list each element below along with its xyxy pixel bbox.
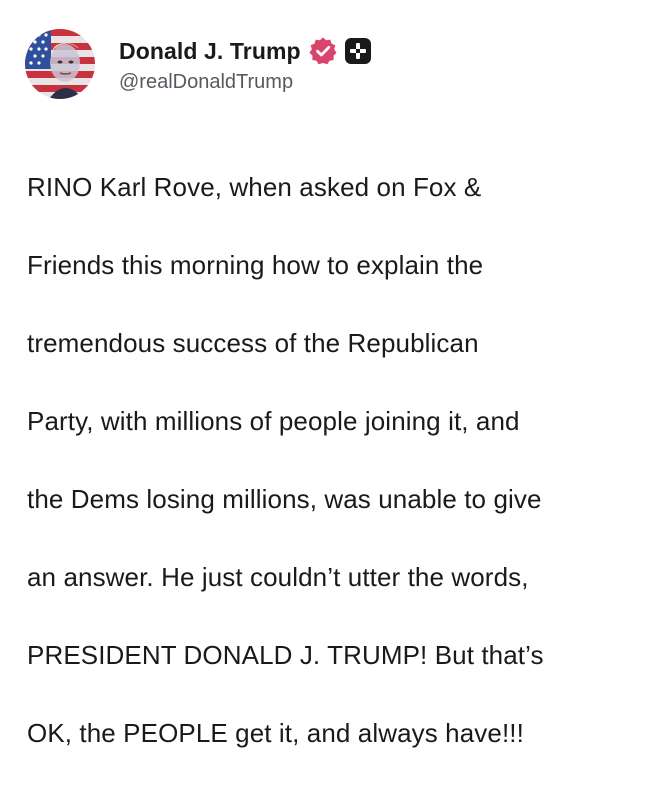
post-text-line: Party, with millions of people joining i… — [27, 406, 520, 436]
plus-badge-icon — [344, 37, 372, 65]
author-display-name[interactable]: Donald J. Trump — [119, 38, 301, 65]
post-text-line: Friends this morning how to explain the — [27, 250, 484, 280]
post-card: Donald J. Trump @realDonaldTrump RINO Ka… — [0, 0, 660, 748]
post-text-line: tremendous success of the Republican — [27, 328, 479, 358]
post-text-line: RINO Karl Rove, when asked on Fox & — [27, 172, 482, 202]
post-text-line: OK, the PEOPLE get it, and always have!!… — [27, 718, 524, 748]
post-text-line: PRESIDENT DONALD J. TRUMP! But that’s — [27, 640, 544, 670]
post-text-line: the Dems losing millions, was unable to … — [27, 484, 542, 514]
author-names: Donald J. Trump @realDonaldTrump — [119, 34, 372, 94]
verified-badge-icon — [308, 36, 338, 66]
avatar-image — [25, 29, 95, 99]
avatar[interactable] — [25, 29, 95, 99]
post-text: RINO Karl Rove, when asked on Fox & Frie… — [27, 129, 647, 792]
author-handle[interactable]: @realDonaldTrump — [119, 71, 372, 94]
post-header: Donald J. Trump @realDonaldTrump — [25, 29, 372, 99]
post-text-line: an answer. He just couldn’t utter the wo… — [27, 562, 529, 592]
name-row: Donald J. Trump — [119, 34, 372, 68]
